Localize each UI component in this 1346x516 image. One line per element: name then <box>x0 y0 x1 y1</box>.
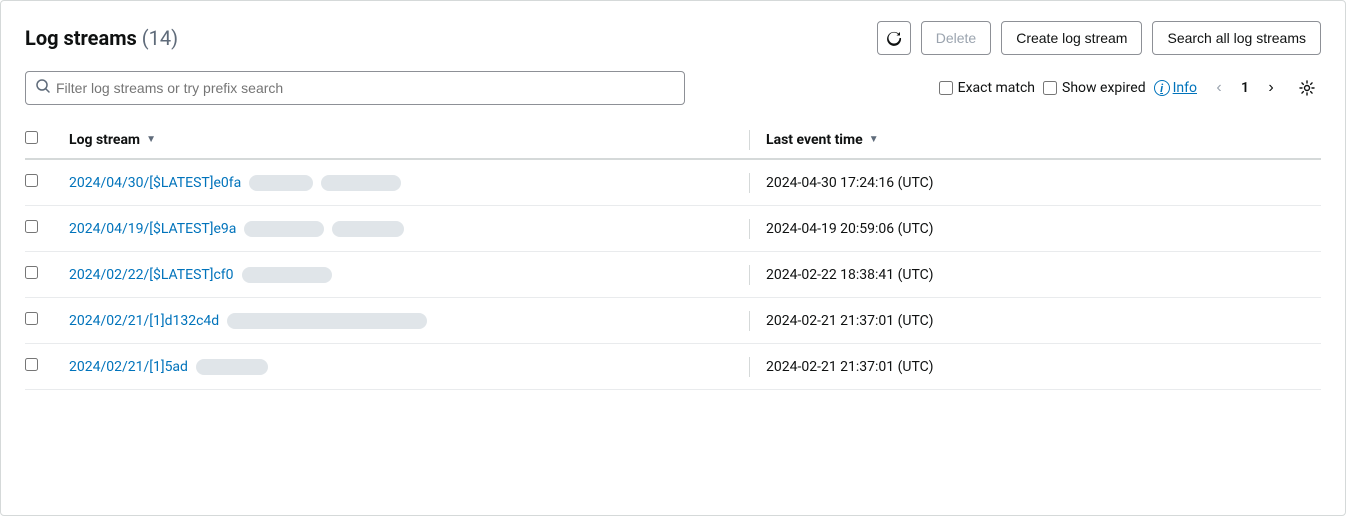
last-event-cell: 2024-04-30 17:24:16 (UTC) <box>758 159 1321 206</box>
exact-match-checkbox[interactable] <box>939 81 953 95</box>
last-event-cell: 2024-02-21 21:37:01 (UTC) <box>758 344 1321 390</box>
stream-name-link[interactable]: 2024/02/22/[$LATEST]cf0 <box>69 267 234 283</box>
gear-icon <box>1299 80 1315 96</box>
prev-page-button[interactable]: ‹ <box>1205 74 1233 102</box>
table-row: 2024/04/19/[$LATEST]e9a 2024-04-19 20:59:… <box>25 206 1321 252</box>
delete-button[interactable]: Delete <box>921 21 991 55</box>
divider-cell <box>741 252 758 298</box>
row-checkbox-cell <box>25 252 61 298</box>
next-page-button[interactable]: › <box>1257 74 1285 102</box>
table-row: 2024/04/30/[$LATEST]e0fa 2024-04-30 17:24… <box>25 159 1321 206</box>
stream-name-link[interactable]: 2024/04/19/[$LATEST]e9a <box>69 221 236 237</box>
redacted-pill <box>244 221 324 237</box>
stream-name-link[interactable]: 2024/04/30/[$LATEST]e0fa <box>69 175 241 191</box>
redacted-pill <box>332 221 404 237</box>
log-stream-cell: 2024/02/22/[$LATEST]cf0 <box>61 252 741 298</box>
page-number: 1 <box>1237 80 1253 96</box>
refresh-icon <box>886 30 902 46</box>
table-body: 2024/04/30/[$LATEST]e0fa 2024-04-30 17:24… <box>25 159 1321 390</box>
last-event-header[interactable]: Last event time ▼ <box>758 121 1321 159</box>
select-all-header <box>25 121 61 159</box>
divider-cell <box>741 159 758 206</box>
filter-input[interactable] <box>56 80 674 96</box>
table-row: 2024/02/22/[$LATEST]cf0 2024-02-22 18:38:… <box>25 252 1321 298</box>
refresh-button[interactable] <box>877 21 911 55</box>
column-divider <box>749 311 750 331</box>
divider-header <box>741 121 758 159</box>
exact-match-label: Exact match <box>958 80 1035 96</box>
pagination: ‹ 1 › <box>1205 74 1285 102</box>
row-checkbox[interactable] <box>25 220 38 233</box>
exact-match-group: Exact match <box>939 80 1035 96</box>
log-stream-header[interactable]: Log stream ▼ <box>61 121 741 159</box>
table-row: 2024/02/21/[1]d132c4d 2024-02-21 21:37:01… <box>25 298 1321 344</box>
info-icon: i <box>1154 80 1170 96</box>
column-settings-button[interactable] <box>1293 74 1321 102</box>
show-expired-checkbox[interactable] <box>1043 81 1057 95</box>
row-checkbox[interactable] <box>25 174 38 187</box>
filter-row: Exact match Show expired i Info ‹ 1 › <box>25 71 1321 105</box>
log-streams-table: Log stream ▼ Last event time ▼ <box>25 121 1321 390</box>
event-sort-icon: ▼ <box>869 134 879 145</box>
last-event-cell: 2024-04-19 20:59:06 (UTC) <box>758 206 1321 252</box>
log-stream-cell: 2024/02/21/[1]5ad <box>61 344 741 390</box>
row-checkbox[interactable] <box>25 358 38 371</box>
select-all-checkbox[interactable] <box>25 131 38 144</box>
redacted-pill <box>249 175 313 191</box>
stream-name-link[interactable]: 2024/02/21/[1]5ad <box>69 359 188 375</box>
divider-cell <box>741 206 758 252</box>
column-divider <box>749 265 750 285</box>
row-checkbox-cell <box>25 206 61 252</box>
show-expired-label: Show expired <box>1062 80 1146 96</box>
column-divider <box>749 357 750 377</box>
show-expired-group: Show expired <box>1043 80 1146 96</box>
log-stream-cell: 2024/04/19/[$LATEST]e9a <box>61 206 741 252</box>
page-title: Log streams (14) <box>25 26 178 50</box>
row-checkbox[interactable] <box>25 266 38 279</box>
header-row: Log streams (14) Delete Create log strea… <box>25 21 1321 55</box>
search-box <box>25 71 685 105</box>
redacted-pill <box>242 267 332 283</box>
stream-name-link[interactable]: 2024/02/21/[1]d132c4d <box>69 313 219 329</box>
last-event-cell: 2024-02-22 18:38:41 (UTC) <box>758 252 1321 298</box>
log-stream-cell: 2024/02/21/[1]d132c4d <box>61 298 741 344</box>
row-checkbox[interactable] <box>25 312 38 325</box>
stream-sort-icon: ▼ <box>146 134 156 145</box>
redacted-pill <box>321 175 401 191</box>
row-checkbox-cell <box>25 298 61 344</box>
table-header-row: Log stream ▼ Last event time ▼ <box>25 121 1321 159</box>
search-icon <box>36 79 50 97</box>
create-log-stream-button[interactable]: Create log stream <box>1001 21 1142 55</box>
info-link[interactable]: i Info <box>1154 80 1197 96</box>
main-container: Log streams (14) Delete Create log strea… <box>0 0 1346 516</box>
column-divider <box>749 219 750 239</box>
table-row: 2024/02/21/[1]5ad 2024-02-21 21:37:01 (UT… <box>25 344 1321 390</box>
column-divider <box>749 173 750 193</box>
redacted-pill <box>227 313 427 329</box>
row-checkbox-cell <box>25 344 61 390</box>
last-event-cell: 2024-02-21 21:37:01 (UTC) <box>758 298 1321 344</box>
search-all-log-streams-button[interactable]: Search all log streams <box>1152 21 1321 55</box>
redacted-pill <box>196 359 268 375</box>
divider-cell <box>741 298 758 344</box>
divider-cell <box>741 344 758 390</box>
log-stream-cell: 2024/04/30/[$LATEST]e0fa <box>61 159 741 206</box>
log-streams-table-wrapper: Log stream ▼ Last event time ▼ <box>25 121 1321 390</box>
row-checkbox-cell <box>25 159 61 206</box>
filter-options: Exact match Show expired i Info ‹ 1 › <box>697 74 1321 102</box>
